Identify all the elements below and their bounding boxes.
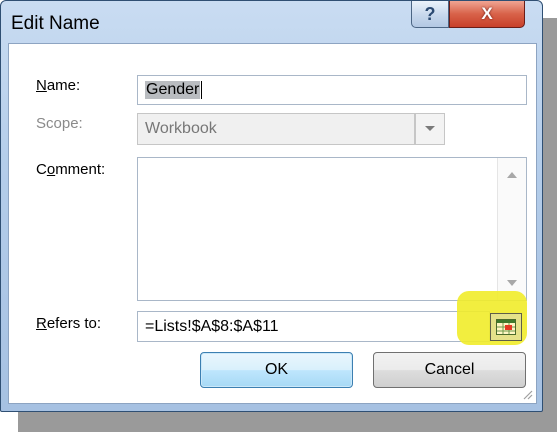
scope-label: Scope:	[36, 115, 83, 132]
comment-scrollbar[interactable]	[497, 158, 526, 300]
title-bar[interactable]: Edit Name ? X	[1, 1, 542, 43]
scroll-down-icon[interactable]	[507, 280, 517, 286]
ok-button[interactable]: OK	[200, 352, 353, 388]
help-button[interactable]: ?	[411, 1, 449, 28]
comment-textarea[interactable]	[137, 157, 527, 301]
comment-label: Comment:	[36, 161, 106, 178]
chevron-down-icon	[425, 126, 435, 131]
dialog-body: Name: Gender Scope: Workbook Comment: Re…	[8, 43, 537, 404]
refers-to-value: =Lists!$A$8:$A$11	[145, 317, 279, 335]
refers-to-input[interactable]: =Lists!$A$8:$A$11	[137, 311, 490, 342]
name-label: Name:	[36, 77, 81, 94]
text-caret	[201, 81, 203, 99]
help-icon: ?	[424, 3, 436, 24]
scroll-up-icon[interactable]	[507, 172, 517, 178]
name-input[interactable]: Gender	[137, 75, 527, 105]
scope-dropdown-button[interactable]	[415, 113, 445, 145]
refers-to-label: Refers to:	[36, 315, 102, 332]
collapse-dialog-icon	[496, 319, 516, 335]
close-button[interactable]: X	[449, 1, 525, 28]
dialog-title: Edit Name	[11, 13, 100, 34]
cancel-button[interactable]: Cancel	[373, 352, 526, 388]
close-icon: X	[481, 4, 493, 23]
edit-name-dialog: Edit Name ? X Name: Gender Scope: Workbo…	[0, 0, 543, 412]
scope-value: Workbook	[145, 120, 217, 137]
name-value: Gender	[145, 81, 201, 99]
scope-select[interactable]: Workbook	[137, 113, 415, 145]
collapse-dialog-button[interactable]	[490, 313, 522, 341]
resize-grip-icon[interactable]	[521, 388, 533, 400]
